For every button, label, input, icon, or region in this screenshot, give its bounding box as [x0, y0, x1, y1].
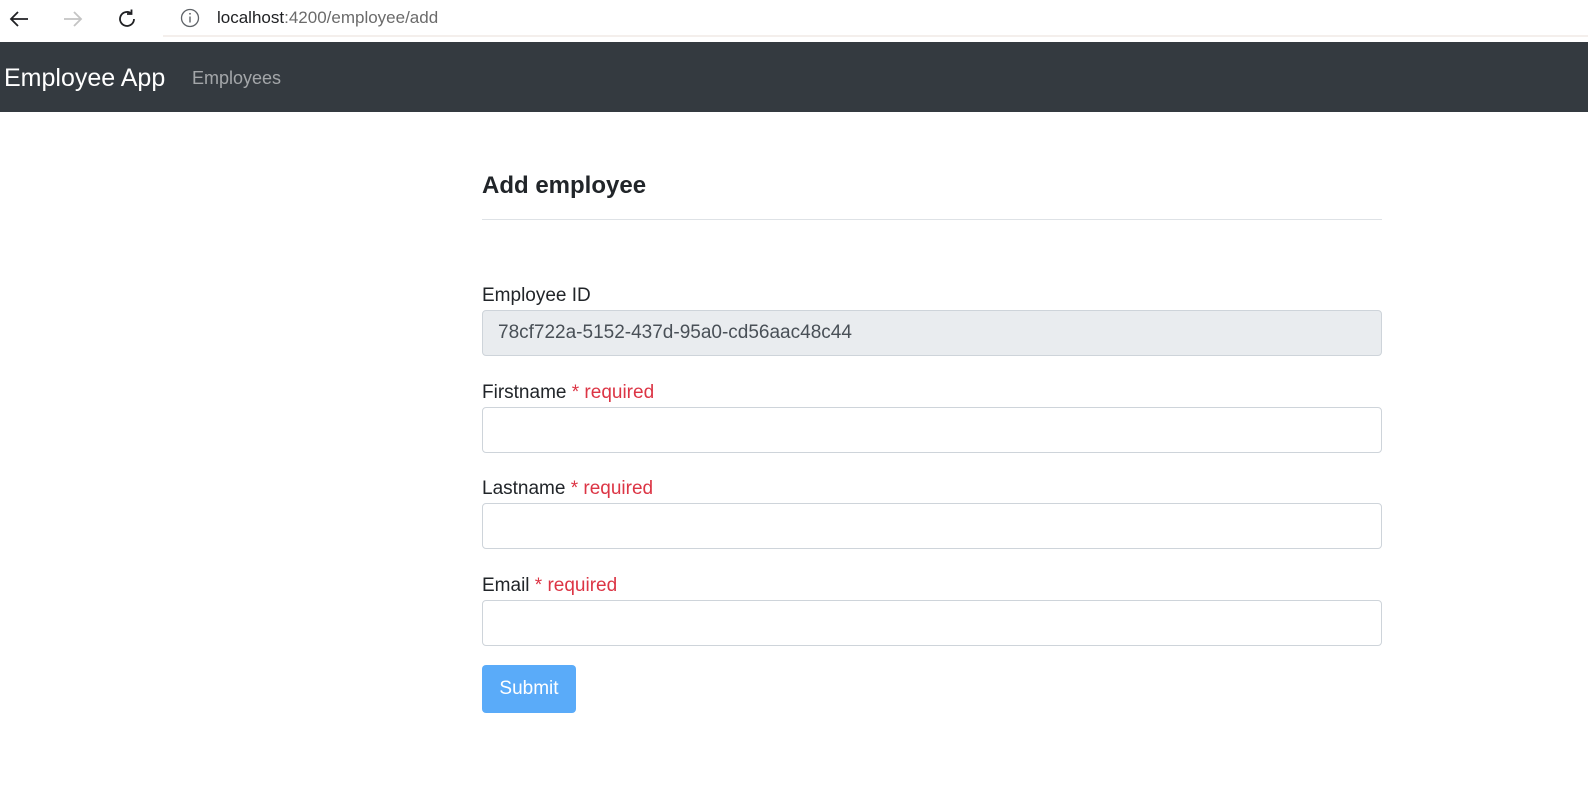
email-required: * required — [534, 575, 618, 596]
email-label: Email * required — [482, 575, 617, 597]
nav-link-employees[interactable]: Employees — [192, 68, 281, 89]
email-label-text: Email — [482, 575, 530, 596]
browser-toolbar: localhost:4200/employee/add — [0, 0, 1588, 37]
forward-button[interactable] — [58, 4, 88, 34]
back-button[interactable] — [4, 4, 34, 34]
email-field[interactable] — [482, 600, 1382, 646]
arrow-left-icon — [9, 11, 28, 27]
url-host: localhost — [217, 8, 285, 27]
employee-id-label: Employee ID — [482, 285, 591, 307]
navbar: Employee App Employees — [0, 42, 1588, 112]
arrow-right-icon — [64, 11, 83, 27]
employee-id-field: 78cf722a-5152-437d-95a0-cd56aac48c44 — [482, 310, 1382, 356]
reload-icon — [119, 9, 135, 27]
info-icon[interactable] — [180, 8, 200, 28]
employee-id-label-text: Employee ID — [482, 285, 591, 306]
reload-button[interactable] — [112, 4, 142, 34]
page-title: Add employee — [482, 172, 647, 199]
firstname-field[interactable] — [482, 407, 1382, 453]
submit-button[interactable]: Submit — [482, 665, 576, 713]
url-path: :4200/employee/add — [284, 8, 439, 27]
lastname-label: Lastname * required — [482, 478, 653, 500]
lastname-field[interactable] — [482, 503, 1382, 549]
navbar-brand[interactable]: Employee App — [4, 64, 165, 93]
firstname-label: Firstname * required — [482, 382, 654, 404]
lastname-label-text: Lastname — [482, 478, 566, 499]
firstname-required: * required — [571, 382, 655, 403]
firstname-label-text: Firstname — [482, 382, 567, 403]
divider — [482, 219, 1382, 220]
url-text[interactable]: localhost:4200/employee/add — [217, 8, 438, 28]
employee-id-value: 78cf722a-5152-437d-95a0-cd56aac48c44 — [498, 322, 852, 343]
lastname-required: * required — [570, 478, 654, 499]
